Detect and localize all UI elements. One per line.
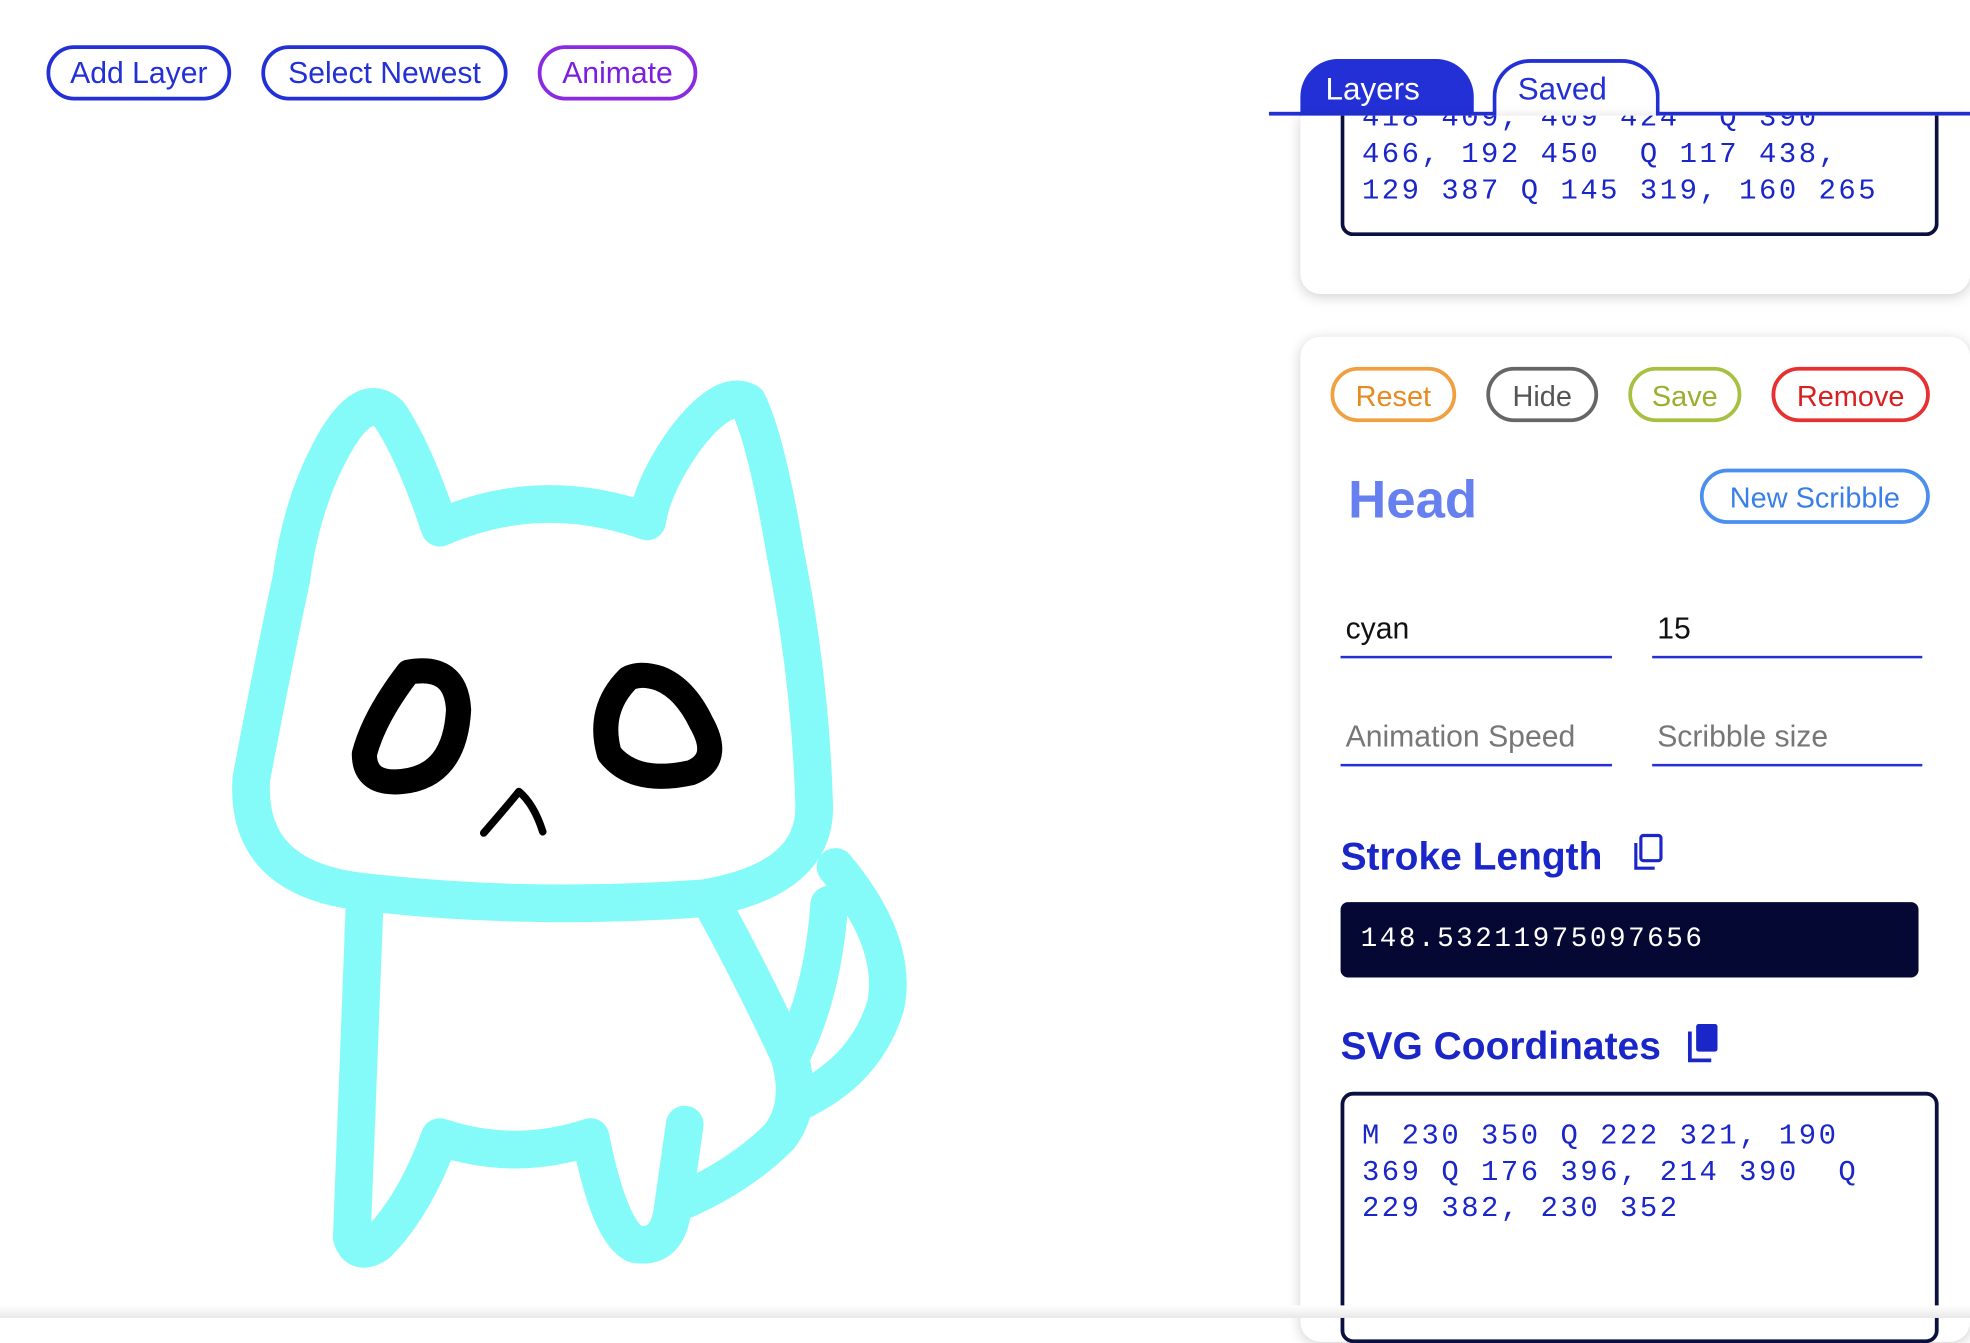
app-stage: Add Layer Select Newest Animate Layers S…: [0, 0, 1970, 1343]
cat-body-stroke: [332, 892, 704, 1268]
remove-button[interactable]: Remove: [1771, 366, 1930, 423]
mouth-stroke: [479, 787, 547, 837]
cat-head-stroke: [232, 380, 833, 923]
animate-button[interactable]: Animate: [537, 45, 698, 101]
add-layer-button[interactable]: Add Layer: [46, 45, 232, 101]
layer-card-head: Reset Hide Save Remove Head New Scribble…: [1300, 336, 1970, 1343]
new-scribble-button[interactable]: New Scribble: [1699, 468, 1930, 524]
previous-layer-card: 418 409, 409 424 Q 390 466, 192 450 Q 11…: [1300, 115, 1970, 294]
tab-saved[interactable]: Saved: [1492, 59, 1660, 117]
stroke-width-field[interactable]: [1652, 603, 1923, 659]
bottom-scroll-shadow: [0, 1305, 1970, 1318]
reset-button[interactable]: Reset: [1330, 366, 1457, 423]
copy-outline-icon[interactable]: [1630, 833, 1665, 873]
drawing-canvas[interactable]: [0, 113, 1256, 1318]
tab-layers[interactable]: Layers: [1300, 59, 1474, 117]
save-button[interactable]: Save: [1628, 366, 1742, 423]
stroke-length-label: Stroke Length: [1340, 834, 1603, 879]
cat-tail-inner-stroke: [772, 885, 849, 1075]
hide-button[interactable]: Hide: [1486, 366, 1599, 423]
color-field[interactable]: [1340, 603, 1612, 659]
scribble-size-field[interactable]: [1652, 711, 1923, 767]
select-newest-button[interactable]: Select Newest: [261, 45, 508, 101]
animation-speed-field[interactable]: [1340, 711, 1612, 767]
stroke-length-value: 148.53211975097656: [1340, 902, 1919, 978]
svg-coordinates-label: SVG Coordinates: [1340, 1023, 1661, 1068]
copy-filled-icon[interactable]: [1685, 1023, 1720, 1063]
layer-name: Head: [1348, 469, 1478, 529]
left-eye-stroke: [351, 658, 472, 795]
right-eye-stroke: [593, 662, 723, 789]
previous-layer-coordinates[interactable]: 418 409, 409 424 Q 390 466, 192 450 Q 11…: [1340, 115, 1939, 237]
